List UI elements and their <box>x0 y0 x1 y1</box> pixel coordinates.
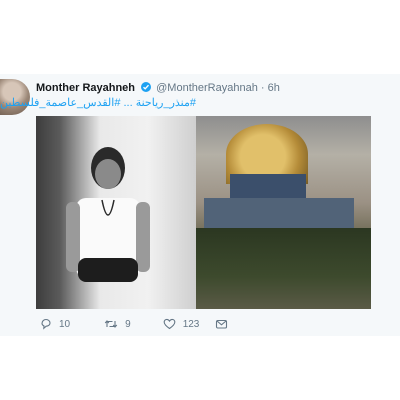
verified-badge-icon <box>141 82 152 92</box>
author-handle[interactable]: @MontherRayahnah <box>156 82 258 94</box>
trees <box>196 228 371 309</box>
time-separator: · <box>260 82 265 94</box>
tweet-media[interactable] <box>36 116 371 309</box>
author-name[interactable]: Monther Rayahneh <box>36 82 135 94</box>
heart-icon <box>163 318 176 330</box>
tweet-actions: 10 9 123 <box>40 316 228 332</box>
dome-drum <box>230 174 306 200</box>
tweet-time[interactable]: 6h <box>268 82 280 94</box>
reply-icon <box>41 318 51 330</box>
reply-button[interactable]: 10 <box>40 318 70 330</box>
tweet-text[interactable]: #منذر_رياحنة ... #القدس_عاصمة_فلسطين <box>0 96 196 109</box>
media-photo-dome[interactable] <box>196 116 371 309</box>
retweet-icon <box>104 320 118 328</box>
envelope-icon <box>216 319 228 329</box>
tweet-header: Monther Rayahneh @MontherRayahnah · 6h <box>36 82 280 94</box>
person-illustration <box>66 147 150 282</box>
direct-message-button[interactable] <box>215 318 228 330</box>
reply-count: 10 <box>59 318 71 330</box>
like-button[interactable]: 123 <box>163 318 200 330</box>
media-photo-person[interactable] <box>36 116 196 309</box>
retweet-button[interactable]: 9 <box>104 318 131 330</box>
retweet-count: 9 <box>125 318 131 330</box>
like-count: 123 <box>182 318 200 330</box>
